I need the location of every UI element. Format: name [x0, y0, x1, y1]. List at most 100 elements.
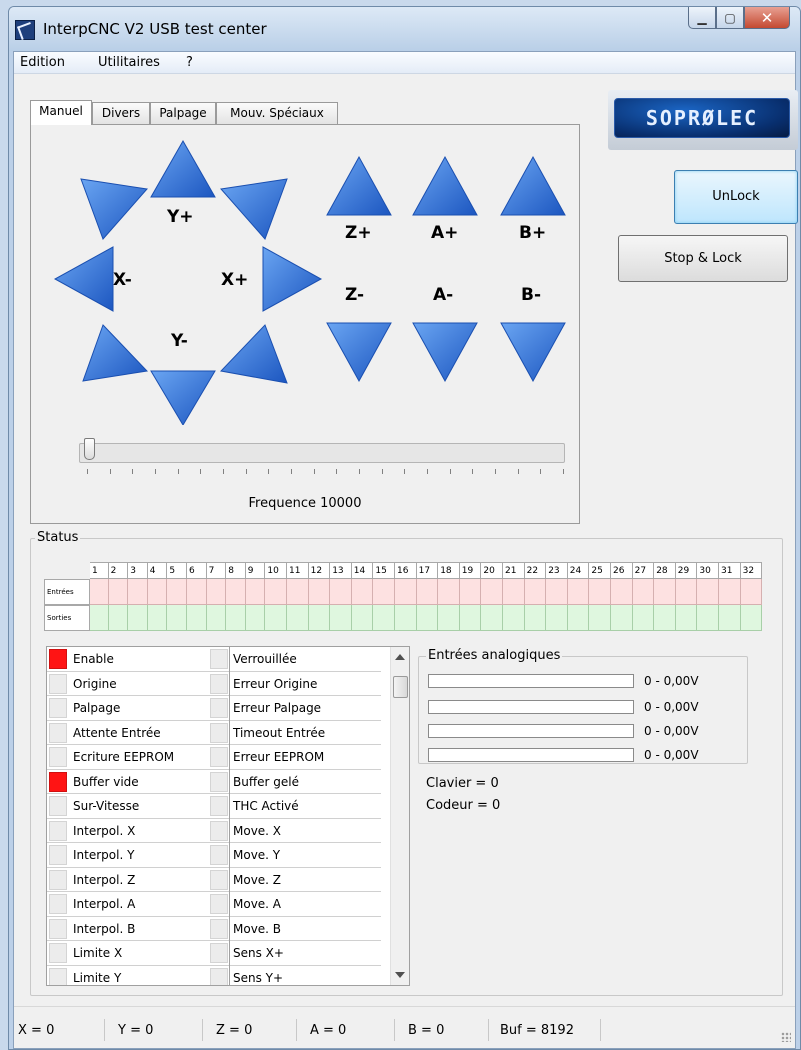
jog-down-left-arrow[interactable]	[82, 324, 149, 382]
list-item[interactable]: Interpol. A Move. A	[47, 892, 381, 917]
list-item[interactable]: Ecriture EEPROM Erreur EEPROM	[47, 745, 381, 770]
slider-tick	[132, 469, 134, 474]
jog-b-plus-arrow[interactable]	[500, 155, 566, 216]
list-item[interactable]: Interpol. Y Move. Y	[47, 843, 381, 868]
status-flag-label: Attente Entrée	[73, 725, 161, 740]
bit-column-header: 5	[167, 562, 187, 579]
input-bit-cell	[416, 579, 439, 605]
frequency-slider-thumb[interactable]	[84, 438, 95, 460]
list-item[interactable]: Enable Verrouillée	[47, 647, 381, 672]
jog-a-plus-arrow[interactable]	[412, 155, 478, 216]
output-bit-cell	[206, 605, 227, 631]
tab-manuel[interactable]: Manuel	[30, 100, 92, 125]
bit-column-header: 31	[719, 562, 741, 579]
list-item[interactable]: Limite X Sens X+	[47, 941, 381, 966]
jog-y-plus-arrow[interactable]	[150, 139, 216, 198]
resize-grip-icon[interactable]	[781, 1032, 791, 1042]
status-led	[210, 943, 228, 963]
jog-z-minus-arrow[interactable]	[326, 322, 392, 383]
jog-a-minus-arrow[interactable]	[412, 322, 478, 383]
status-divider	[296, 1019, 297, 1041]
output-bit-cell	[503, 605, 525, 631]
status-flag-label: Interpol. Y	[73, 848, 135, 862]
status-flag-label: Verrouillée	[233, 652, 297, 666]
close-button[interactable]: ✕	[744, 7, 790, 29]
bit-column-header: 21	[503, 562, 525, 579]
status-divider	[600, 1019, 601, 1041]
status-led	[210, 845, 228, 865]
status-a: A = 0	[310, 1023, 347, 1038]
label-a-minus: A-	[433, 285, 454, 305]
list-item[interactable]: Origine Erreur Origine	[47, 672, 381, 696]
status-flag-label: Move. A	[233, 897, 282, 911]
status-led	[210, 722, 228, 743]
input-bit-cell	[373, 579, 395, 605]
label-x-minus: X-	[113, 270, 132, 290]
status-x: X = 0	[18, 1023, 55, 1038]
app-icon	[15, 20, 35, 40]
stop-lock-button[interactable]: Stop & Lock	[618, 235, 788, 282]
list-scrollbar[interactable]	[390, 647, 409, 985]
app-window: InterpCNC V2 USB test center ▁ ▢ ✕ Editi…	[8, 6, 801, 1050]
status-flags-list[interactable]: Limite Y Sens Y+ Limite X Sens X+ Interpol. …	[46, 646, 410, 986]
list-item[interactable]: Interpol. Z Move. Z	[47, 868, 381, 892]
jog-up-left-arrow[interactable]	[80, 178, 148, 240]
slider-tick	[381, 469, 383, 474]
jog-down-right-arrow[interactable]	[219, 324, 288, 384]
scroll-up-icon[interactable]	[395, 654, 405, 660]
jog-up-right-arrow[interactable]	[220, 178, 288, 240]
minimize-button[interactable]: ▁	[688, 7, 716, 29]
tab-mouv-speciaux[interactable]: Mouv. Spéciaux	[216, 102, 338, 124]
frequency-slider-track[interactable]	[79, 443, 565, 463]
input-bit-cell	[654, 579, 676, 605]
window-title: InterpCNC V2 USB test center	[43, 20, 267, 38]
unlock-button[interactable]: UnLock	[674, 170, 798, 224]
bit-column-header: 10	[265, 562, 287, 579]
output-bit-cell	[697, 605, 719, 631]
list-item[interactable]: Sur-Vitesse THC Activé	[47, 794, 381, 819]
status-led	[49, 943, 67, 963]
jog-y-minus-arrow[interactable]	[150, 370, 216, 425]
input-bit-cell	[308, 579, 331, 605]
input-bit-cell	[226, 579, 246, 605]
jog-z-plus-arrow[interactable]	[326, 155, 392, 216]
jog-x-plus-arrow[interactable]	[262, 246, 323, 312]
bit-column-header: 3	[128, 562, 148, 579]
jog-b-minus-arrow[interactable]	[500, 322, 566, 383]
menu-edition[interactable]: Edition	[20, 55, 65, 70]
frequency-label: Frequence 10000	[248, 496, 362, 511]
output-bit-cell	[187, 605, 207, 631]
bit-column-header: 24	[567, 562, 590, 579]
input-bit-cell	[287, 579, 309, 605]
status-led	[210, 967, 228, 985]
scroll-down-icon[interactable]	[395, 972, 405, 978]
menu-help[interactable]: ?	[186, 55, 193, 70]
input-bit-cell	[90, 579, 109, 605]
bit-column-header: 18	[438, 562, 460, 579]
minimize-icon: ▁	[697, 10, 707, 25]
status-flag-label: Timeout Entrée	[233, 725, 326, 740]
list-item[interactable]: Interpol. B Move. B	[47, 917, 381, 941]
bit-column-header: 30	[697, 562, 719, 579]
menu-utilitaires[interactable]: Utilitaires	[98, 55, 160, 70]
maximize-button[interactable]: ▢	[716, 7, 744, 29]
slider-tick	[359, 469, 360, 474]
output-bit-cell	[245, 605, 266, 631]
input-bit-cell	[206, 579, 227, 605]
scroll-thumb[interactable]	[393, 676, 408, 698]
status-buffer: Buf = 8192	[500, 1023, 574, 1038]
list-item[interactable]: Limite Y Sens Y+	[47, 966, 381, 985]
bit-column-header: 25	[589, 562, 611, 579]
tab-divers[interactable]: Divers	[92, 102, 150, 124]
status-led	[49, 845, 67, 865]
jog-x-minus-arrow[interactable]	[53, 246, 114, 312]
status-flag-label: Move. Y	[233, 848, 281, 862]
input-bit-cell	[740, 579, 763, 605]
list-item[interactable]: Buffer vide Buffer gelé	[47, 770, 381, 794]
list-item[interactable]: Palpage Erreur Palpage	[47, 696, 381, 721]
title-bar[interactable]: InterpCNC V2 USB test center ▁ ▢ ✕	[9, 7, 800, 51]
list-item[interactable]: Interpol. X Move. X	[47, 819, 381, 843]
tab-palpage[interactable]: Palpage	[150, 102, 216, 124]
list-item[interactable]: Attente Entrée Timeout Entrée	[47, 721, 381, 745]
slider-tick	[427, 469, 428, 474]
